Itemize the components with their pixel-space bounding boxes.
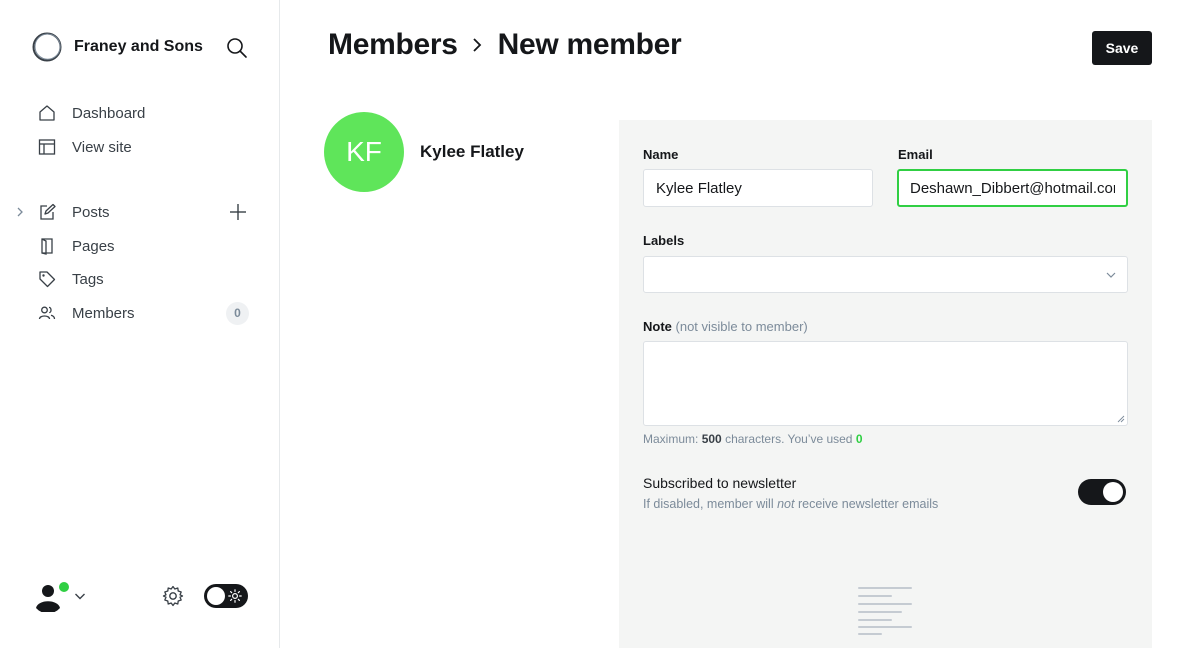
theme-toggle[interactable]	[204, 584, 248, 608]
name-label: Name	[643, 147, 679, 162]
members-count-badge: 0	[226, 301, 249, 325]
home-icon	[37, 103, 57, 123]
sidebar-item-label: View site	[72, 138, 132, 156]
note-character-hint: Maximum: 500 characters. You’ve used 0	[643, 432, 863, 446]
avatar	[32, 580, 71, 614]
page-icon	[37, 236, 57, 256]
chevron-right-icon[interactable]	[14, 206, 26, 218]
chevron-right-icon	[472, 38, 481, 52]
labels-select[interactable]	[643, 256, 1128, 293]
email-field[interactable]	[897, 169, 1128, 207]
chevron-down-icon[interactable]	[74, 590, 86, 602]
note-label: Note (not visible to member)	[643, 319, 808, 334]
user-menu[interactable]	[32, 580, 86, 614]
newsletter-toggle[interactable]	[1078, 479, 1126, 505]
sidebar-item-members[interactable]: Members 0	[0, 298, 279, 328]
name-field[interactable]	[643, 169, 873, 207]
newsletter-desc-emphasis: not	[777, 497, 795, 511]
sidebar-item-label: Dashboard	[72, 104, 146, 122]
edit-icon	[37, 202, 57, 222]
plus-icon[interactable]	[228, 202, 248, 222]
member-form: Name Email Labels Note (not visible to m…	[619, 120, 1152, 648]
save-button[interactable]: Save	[1092, 31, 1152, 65]
member-avatar: KF	[324, 112, 404, 192]
gear-icon[interactable]	[162, 585, 184, 607]
newsletter-title: Subscribed to newsletter	[643, 475, 797, 491]
sidebar-item-posts[interactable]: Posts	[0, 197, 279, 227]
email-label: Email	[898, 147, 933, 162]
hint-prefix: Maximum:	[643, 432, 699, 446]
search-icon[interactable]	[226, 37, 248, 59]
breadcrumb: Members New member	[328, 28, 682, 62]
breadcrumb-members-link[interactable]: Members	[328, 28, 458, 62]
sidebar-item-label: Tags	[72, 270, 104, 288]
note-textarea[interactable]	[643, 341, 1128, 426]
members-icon	[37, 303, 57, 323]
hint-middle: characters. You’ve used	[725, 432, 853, 446]
sidebar-item-dashboard[interactable]: Dashboard	[0, 98, 279, 128]
brand-logo-icon	[32, 32, 62, 62]
brand[interactable]: Franey and Sons	[32, 32, 203, 62]
member-name: Kylee Flatley	[420, 142, 524, 161]
brand-name: Franey and Sons	[74, 38, 203, 55]
sidebar-item-label: Posts	[72, 203, 110, 221]
chevron-down-icon	[1106, 272, 1116, 278]
sidebar-item-view-site[interactable]: View site	[0, 132, 279, 162]
newsletter-description: If disabled, member will not receive new…	[643, 497, 938, 511]
note-sublabel: (not visible to member)	[675, 319, 808, 334]
hint-max: 500	[701, 432, 722, 446]
note-label-text: Note	[643, 319, 672, 334]
labels-label: Labels	[643, 233, 685, 248]
document-lines-icon	[858, 587, 912, 635]
tag-icon	[37, 269, 57, 289]
toggle-knob	[1103, 482, 1123, 502]
resize-handle-icon[interactable]	[1117, 415, 1125, 423]
sidebar-item-label: Pages	[72, 237, 115, 255]
layout-icon	[37, 137, 57, 157]
sidebar-item-tags[interactable]: Tags	[0, 264, 279, 294]
newsletter-desc-part2: receive newsletter emails	[797, 497, 939, 511]
sidebar-item-label: Members	[72, 304, 135, 322]
sidebar-item-pages[interactable]: Pages	[0, 231, 279, 261]
page-title: New member	[497, 28, 682, 61]
sun-icon	[228, 589, 242, 603]
sidebar: Franey and Sons Dashboard View site Post…	[0, 0, 280, 648]
newsletter-desc-part1: If disabled, member will	[643, 497, 774, 511]
hint-used-count: 0	[855, 432, 863, 446]
toggle-knob	[207, 587, 225, 605]
online-status-dot	[57, 580, 71, 594]
